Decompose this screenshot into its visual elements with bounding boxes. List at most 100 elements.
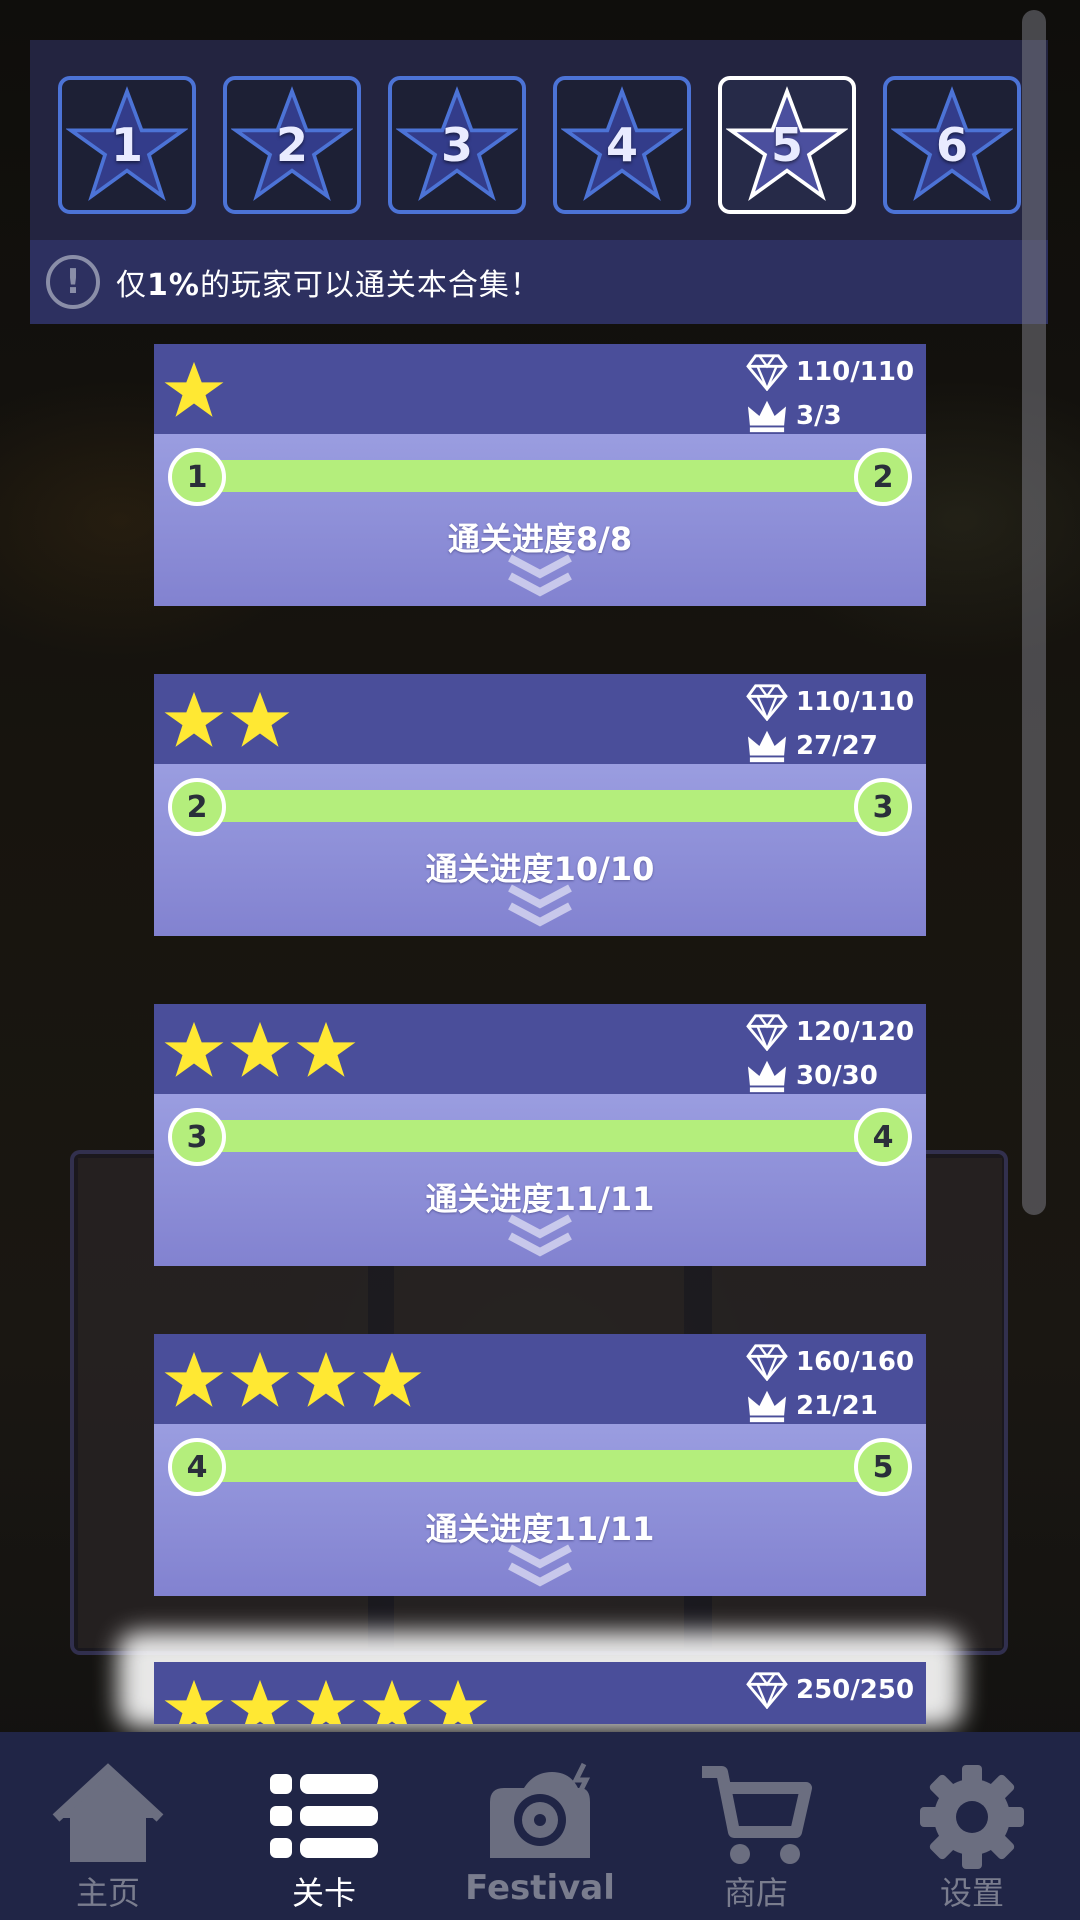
diamond-count: 110/110 [796,687,915,717]
expand-chevron-icon[interactable] [504,1212,576,1260]
progress-value: 8/8 [575,520,633,558]
card-header: 110/110 3/3 [154,344,926,434]
difficulty-stars [162,1676,490,1724]
notice-highlight: 1% [147,268,200,303]
level-progress-bar: 3 4 [168,1108,912,1166]
crown-count: 27/27 [796,731,878,761]
star-icon [164,691,224,747]
star-icon [164,1021,224,1077]
star-icon [230,1351,290,1407]
level-card-4[interactable]: 160/160 21/21 4 5 通关进度11/11 [154,1334,926,1596]
star-icon [296,1679,356,1724]
card-stats: 250/250 [746,1668,916,1712]
level-pack-tab-4[interactable]: 4 [553,76,691,214]
home-icon [52,1763,164,1862]
diamond-icon [746,684,788,721]
level-progress-bar: 2 3 [168,778,912,836]
scrollbar[interactable] [1022,10,1046,1215]
level-card-1[interactable]: 110/110 3/3 1 2 通关进度8/8 [154,344,926,606]
star-icon [164,1679,224,1724]
expand-chevron-icon[interactable] [504,882,576,930]
card-body: 1 2 通关进度8/8 [154,434,926,606]
diamond-icon [746,1344,788,1381]
level-pack-number: 6 [935,118,968,172]
difficulty-stars [162,1348,424,1412]
progress-end-node: 5 [854,1438,912,1496]
notice-suffix: 的玩家可以通关本合集！ [199,268,541,303]
progress-track [190,460,890,492]
level-pack-tab-3[interactable]: 3 [388,76,526,214]
crown-icon [748,730,786,763]
diamond-count: 110/110 [796,357,915,387]
nav-home[interactable]: 主页 [0,1732,216,1920]
star-icon [164,361,224,417]
nav-festival[interactable]: Festival [432,1732,648,1920]
crown-count: 21/21 [796,1391,878,1421]
list-icon [270,1774,378,1858]
level-card-2[interactable]: 110/110 27/27 2 3 通关进度10/10 [154,674,926,936]
level-pack-number: 3 [440,118,473,172]
crown-icon [748,1060,786,1093]
progress-start-node: 3 [168,1108,226,1166]
completion-notice: ! 仅1%的玩家可以通关本合集！ [30,240,1048,324]
card-stats: 120/120 30/30 [746,1010,916,1098]
level-pack-number: 4 [605,118,638,172]
nav-settings[interactable]: 设置 [864,1732,1080,1920]
level-progress-bar: 1 2 [168,448,912,506]
card-header: 120/120 30/30 [154,1004,926,1094]
gear-icon [920,1765,1024,1869]
progress-start-node: 4 [168,1438,226,1496]
progress-track [190,1450,890,1482]
cart-icon [702,1766,812,1864]
card-header: 110/110 27/27 [154,674,926,764]
star-icon [230,691,290,747]
difficulty-stars [162,1018,358,1082]
nav-shop-label: 商店 [723,1874,788,1912]
diamond-stat: 120/120 [746,1010,916,1054]
exclamation-icon: ! [46,255,100,309]
expand-chevron-icon[interactable] [504,1542,576,1590]
expand-chevron-icon[interactable] [504,552,576,600]
nav-shop[interactable]: 商店 [648,1732,864,1920]
notice-text: 仅1%的玩家可以通关本合集！ [116,260,541,304]
level-pack-tab-2[interactable]: 2 [223,76,361,214]
level-pack-tab-5[interactable]: 5 [718,76,856,214]
crown-stat: 21/21 [746,1384,916,1428]
star-icon [296,1021,356,1077]
star-icon [164,1351,224,1407]
diamond-stat: 160/160 [746,1340,916,1384]
crown-stat: 3/3 [746,394,916,438]
nav-levels[interactable]: 关卡 [216,1732,432,1920]
diamond-icon [746,1672,788,1709]
card-header: 160/160 21/21 [154,1334,926,1424]
crown-count: 30/30 [796,1061,878,1091]
level-card-5[interactable]: 250/250 [154,1662,926,1724]
level-pack-tab-6[interactable]: 6 [883,76,1021,214]
record-player-icon [490,1762,591,1858]
progress-end-node: 4 [854,1108,912,1166]
card-stats: 110/110 3/3 [746,350,916,438]
level-pack-tab-1[interactable]: 1 [58,76,196,214]
level-pack-number: 5 [770,118,803,172]
bottom-navigation: 主页 关卡 Festival 商店 设置 [0,1732,1080,1920]
progress-track [190,790,890,822]
diamond-icon [746,1014,788,1051]
level-card-3[interactable]: 120/120 30/30 3 4 通关进度11/11 [154,1004,926,1266]
nav-levels-label: 关卡 [291,1874,356,1912]
crown-count: 3/3 [796,401,842,431]
progress-end-node: 2 [854,448,912,506]
crown-icon [748,1390,786,1423]
nav-settings-label: 设置 [939,1874,1004,1912]
crown-stat: 27/27 [746,724,916,768]
diamond-stat: 250/250 [746,1668,916,1712]
progress-track [190,1120,890,1152]
diamond-count: 160/160 [796,1347,915,1377]
level-pack-selector: 1 2 3 4 5 6 ! 仅1%的玩家可以通关本合集！ [30,40,1048,324]
progress-start-node: 2 [168,778,226,836]
crown-stat: 30/30 [746,1054,916,1098]
card-header: 250/250 [154,1662,926,1724]
card-body: 2 3 通关进度10/10 [154,764,926,936]
progress-end-node: 3 [854,778,912,836]
level-pack-number: 2 [275,118,308,172]
star-icon [230,1021,290,1077]
